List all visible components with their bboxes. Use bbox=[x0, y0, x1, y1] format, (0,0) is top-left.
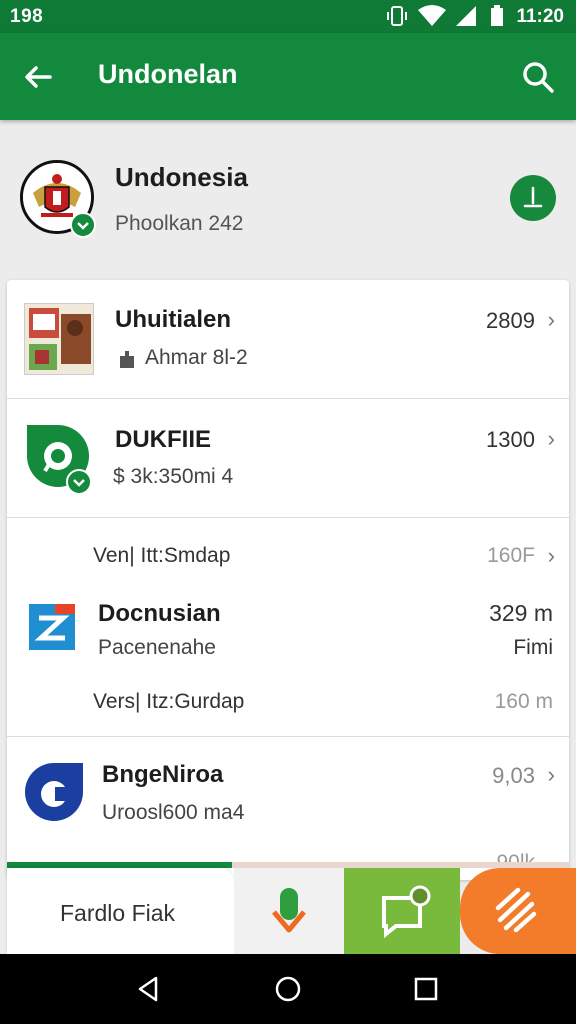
arrow-back-icon[interactable] bbox=[18, 57, 58, 97]
list-item[interactable]: DUKFIIE $ 3k:350mi 4 1300 › bbox=[7, 399, 569, 517]
home-nav-icon[interactable] bbox=[273, 974, 303, 1004]
list-item-subtitle: $ 3k:350mi 4 bbox=[113, 465, 234, 488]
download-icon bbox=[523, 186, 543, 208]
list-item-subtitle: Uroosl600 ma4 bbox=[102, 801, 245, 824]
list-item-title: Docnusian bbox=[98, 600, 221, 627]
bottom-tray: Fardlo Fiak bbox=[0, 862, 576, 954]
recents-nav-icon[interactable] bbox=[411, 974, 441, 1004]
status-left-text: 198 bbox=[10, 6, 44, 27]
tray-label: Fardlo Fiak bbox=[60, 900, 176, 926]
version-top-value: 160F bbox=[487, 544, 535, 567]
wifi-icon bbox=[418, 5, 446, 26]
tray-label-button[interactable]: Fardlo Fiak bbox=[7, 868, 234, 954]
mic-icon bbox=[272, 888, 306, 933]
list-item-value: 9,03 bbox=[492, 763, 535, 788]
blue-z-thumb bbox=[29, 604, 75, 650]
list-item-title: DUKFIIE bbox=[115, 426, 211, 453]
list-item[interactable]: Uhuitialen Ahmar 8l-2 2809 › bbox=[7, 280, 569, 398]
list-item-subtitle: Pacenenahe bbox=[98, 636, 216, 659]
download-button[interactable] bbox=[510, 175, 556, 221]
blue-c-thumb bbox=[25, 761, 83, 823]
list-item-title: Uhuitialen bbox=[115, 306, 232, 333]
version-top-label: Ven| Itt:Smdap bbox=[93, 544, 231, 567]
header-name: Undonesia bbox=[115, 162, 248, 192]
status-time: 11:20 bbox=[516, 6, 564, 27]
zap-button[interactable] bbox=[460, 868, 576, 954]
list-item-subtitle: Ahmar 8l-2 bbox=[145, 346, 248, 369]
header-subtitle: Phoolkan 242 bbox=[115, 212, 244, 235]
version-bottom-value: 160 m bbox=[494, 690, 553, 713]
battery-icon bbox=[491, 5, 503, 26]
list-item-value: 329 m bbox=[489, 600, 553, 626]
chevron-right-icon: › bbox=[547, 426, 555, 451]
mic-button[interactable] bbox=[234, 868, 344, 954]
verified-badge-icon bbox=[70, 212, 96, 238]
status-bar: 198 11:20 bbox=[0, 0, 576, 33]
app-bar: Undonelan bbox=[0, 33, 576, 120]
chevron-right-icon: › bbox=[547, 762, 555, 787]
profile-header: Undonesia Phoolkan 242 bbox=[0, 120, 576, 280]
pictures-thumb bbox=[24, 303, 94, 375]
app-bar-title: Undonelan bbox=[98, 59, 238, 89]
list-item-title: BngeNiroa bbox=[102, 761, 224, 788]
list-item[interactable]: Ven| Itt:Smdap 160F › Docnusian Pacenena… bbox=[7, 518, 569, 736]
content-list: Uhuitialen Ahmar 8l-2 2809 › DUKFIIE $ 3… bbox=[7, 280, 569, 880]
system-nav-bar bbox=[0, 954, 576, 1024]
list-item-value: 2809 bbox=[486, 308, 535, 333]
signal-icon bbox=[456, 6, 476, 26]
chat-button[interactable] bbox=[344, 868, 460, 954]
search-icon[interactable] bbox=[518, 57, 558, 97]
chevron-right-icon: › bbox=[547, 307, 555, 332]
chat-icon bbox=[382, 885, 431, 939]
list-item-value: 1300 bbox=[486, 427, 535, 452]
verified-badge-icon bbox=[66, 469, 92, 495]
zap-icon bbox=[495, 887, 537, 933]
chevron-right-icon: › bbox=[547, 543, 555, 568]
version-bottom-label: Vers| Itz:Gurdap bbox=[93, 690, 245, 713]
list-item[interactable]: BngeNiroa Uroosl600 ma4 9,03 › 90lk bbox=[7, 737, 569, 880]
list-item-value-secondary: Fimi bbox=[513, 636, 553, 659]
back-nav-icon[interactable] bbox=[134, 974, 164, 1004]
lock-icon bbox=[120, 351, 134, 368]
vibrate-icon bbox=[387, 6, 407, 26]
